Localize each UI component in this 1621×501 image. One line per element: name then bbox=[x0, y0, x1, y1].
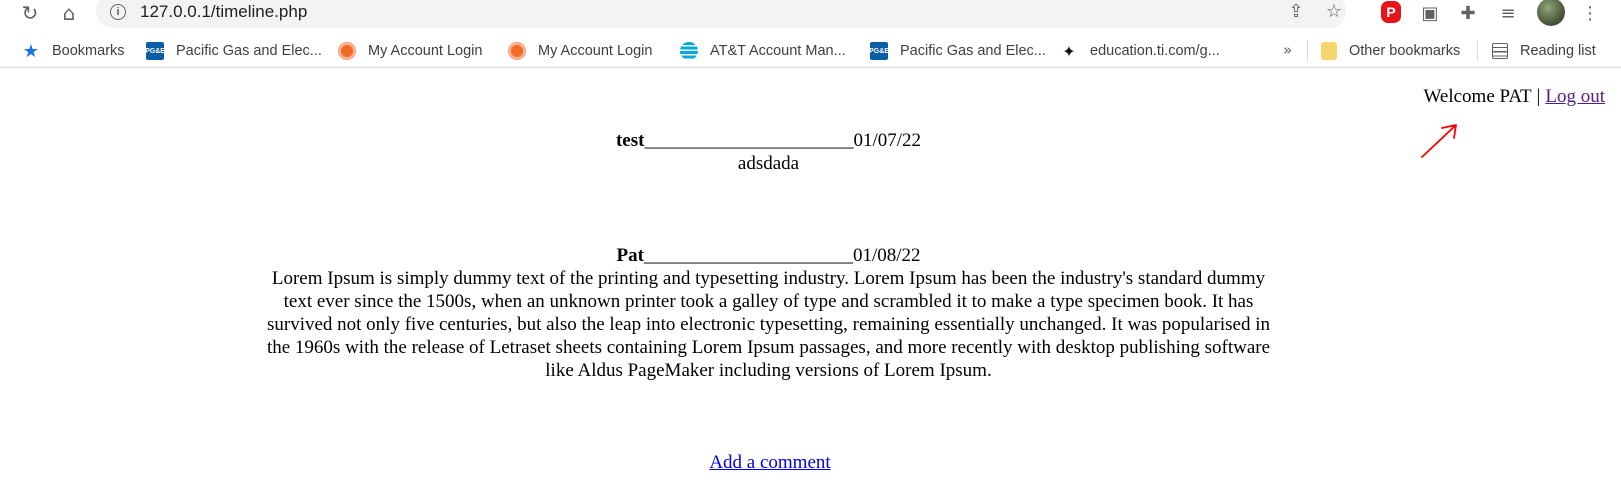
separator: | bbox=[1536, 86, 1541, 107]
welcome-text: Welcome PAT bbox=[1423, 86, 1532, 107]
bookmark-item-education-ti[interactable]: ✦ education.ti.com/g... bbox=[1060, 40, 1220, 62]
bookmark-item-my-account-login-2[interactable]: My Account Login bbox=[508, 40, 652, 62]
att-globe-icon bbox=[680, 42, 698, 60]
annotation-arrow-icon bbox=[1421, 124, 1457, 158]
bookmark-item-pge[interactable]: PG&E Pacific Gas and Elec... bbox=[145, 40, 322, 62]
post-author: Pat bbox=[616, 245, 644, 266]
reading-list-icon bbox=[1492, 43, 1508, 59]
site-info-icon[interactable]: i bbox=[110, 4, 126, 20]
bookmark-label: Bookmarks bbox=[52, 43, 125, 59]
post-header: Pat______________________01/08/22 bbox=[266, 244, 1271, 267]
add-comment-container: Add a comment bbox=[0, 452, 1540, 474]
timeline-post: Pat______________________01/08/22 Lorem … bbox=[266, 244, 1271, 382]
address-bar[interactable]: i 127.0.0.1/timeline.php ⇪ ☆ bbox=[96, 0, 1346, 28]
bookmarks-divider bbox=[1477, 40, 1478, 62]
reading-list-button[interactable]: Reading list bbox=[1492, 40, 1596, 62]
logout-link[interactable]: Log out bbox=[1545, 86, 1605, 107]
bookmarks-divider bbox=[1307, 40, 1308, 62]
bookmark-star-icon[interactable]: ☆ bbox=[1322, 0, 1346, 22]
cast-extension-icon[interactable]: ▣ bbox=[1418, 1, 1442, 25]
media-queue-icon[interactable]: ≡ bbox=[1496, 1, 1520, 25]
bookmark-label: My Account Login bbox=[538, 43, 653, 59]
bookmark-label: AT&T Account Man... bbox=[710, 43, 846, 59]
orange-circle-icon bbox=[338, 42, 356, 60]
post-header: test______________________01/07/22 bbox=[266, 129, 1271, 152]
post-underline: ______________________ bbox=[643, 245, 853, 266]
timeline-page: Welcome PAT | Log out test________________… bbox=[0, 76, 1621, 501]
more-menu-icon[interactable]: ⋮ bbox=[1578, 1, 1602, 25]
folder-icon bbox=[1321, 42, 1337, 60]
bookmark-label: Pacific Gas and Elec... bbox=[176, 43, 322, 59]
timeline-post: test______________________01/07/22 adsda… bbox=[266, 129, 1271, 175]
post-author: test bbox=[615, 130, 645, 151]
reading-list-label: Reading list bbox=[1520, 43, 1596, 59]
bookmark-label: education.ti.com/g... bbox=[1090, 43, 1220, 59]
star-icon: ★ bbox=[22, 40, 40, 62]
post-body: adsdada bbox=[737, 153, 800, 174]
adblock-extension-icon[interactable]: P bbox=[1381, 1, 1401, 23]
bookmark-item-att[interactable]: AT&T Account Man... bbox=[680, 40, 846, 62]
texas-instruments-icon: ✦ bbox=[1062, 41, 1076, 61]
bookmark-item-other-bookmarks[interactable]: Other bookmarks bbox=[1321, 40, 1460, 62]
bookmark-item-my-account-login[interactable]: My Account Login bbox=[338, 40, 482, 62]
post-date: 01/07/22 bbox=[853, 130, 922, 151]
user-greeting: Welcome PAT | Log out bbox=[1423, 86, 1605, 108]
bookmark-label: Pacific Gas and Elec... bbox=[900, 43, 1046, 59]
reload-icon[interactable]: ↻ bbox=[16, 0, 44, 26]
add-comment-link[interactable]: Add a comment bbox=[709, 452, 830, 473]
bookmark-label: Other bookmarks bbox=[1349, 43, 1461, 59]
browser-toolbar: ↻ ⌂ i 127.0.0.1/timeline.php ⇪ ☆ P ▣ ✚ ≡… bbox=[0, 0, 1621, 30]
bookmark-item-pge-2[interactable]: PG&E Pacific Gas and Elec... bbox=[869, 40, 1046, 62]
orange-circle-icon bbox=[508, 42, 526, 60]
pge-icon: PG&E bbox=[869, 42, 889, 60]
post-body: Lorem Ipsum is simply dummy text of the … bbox=[266, 268, 1271, 381]
post-underline: ______________________ bbox=[644, 130, 854, 151]
home-icon[interactable]: ⌂ bbox=[55, 0, 83, 26]
bookmarks-overflow-chevron-icon[interactable]: » bbox=[1283, 41, 1292, 59]
share-icon[interactable]: ⇪ bbox=[1284, 0, 1308, 22]
post-date: 01/08/22 bbox=[852, 245, 921, 266]
pge-icon: PG&E bbox=[145, 42, 165, 60]
bookmark-label: My Account Login bbox=[368, 43, 483, 59]
url-text[interactable]: 127.0.0.1/timeline.php bbox=[140, 2, 307, 22]
extensions-puzzle-icon[interactable]: ✚ bbox=[1456, 1, 1480, 25]
bookmark-item-bookmarks[interactable]: ★ Bookmarks bbox=[22, 40, 125, 62]
profile-avatar[interactable] bbox=[1537, 0, 1565, 26]
